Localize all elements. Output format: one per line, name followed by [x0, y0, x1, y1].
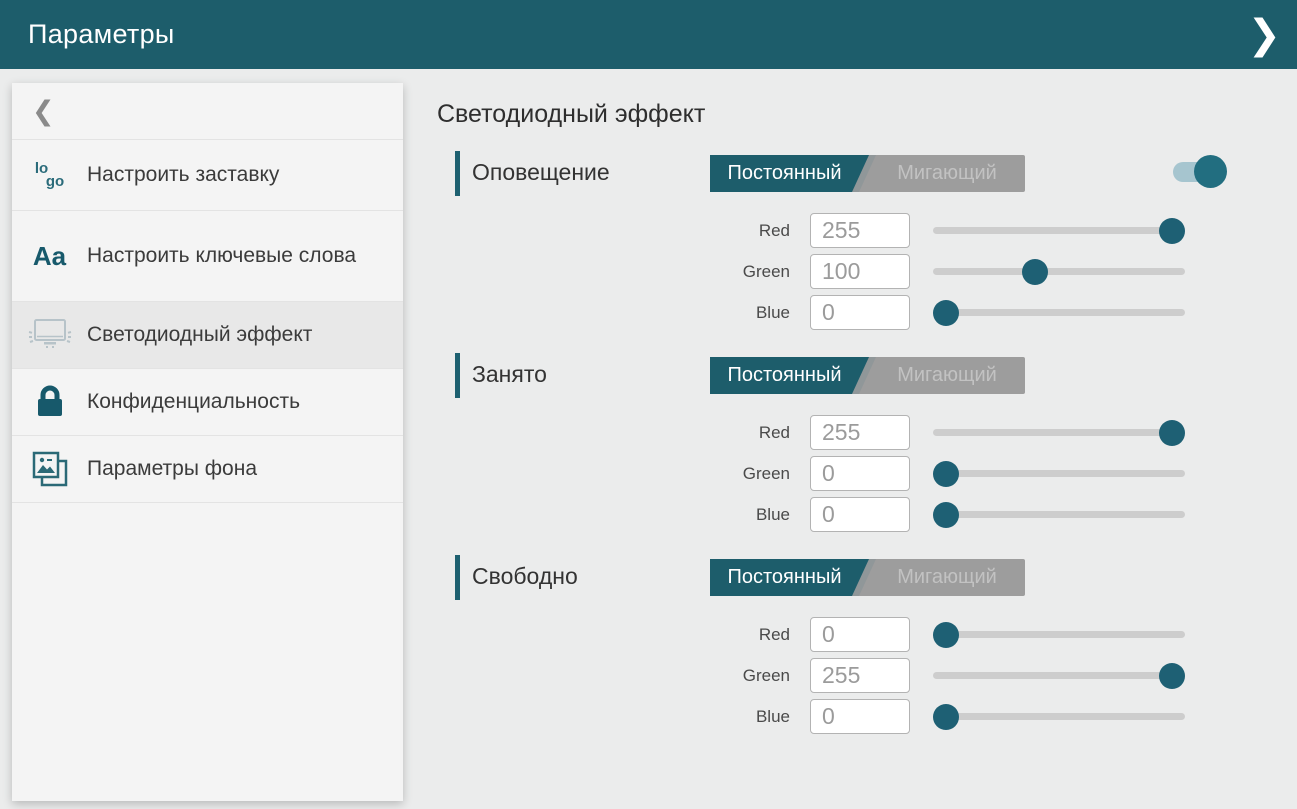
- mode-option-blinking[interactable]: Мигающий: [869, 357, 1025, 394]
- green-slider-thumb[interactable]: [1022, 259, 1048, 285]
- blue-slider[interactable]: [933, 713, 1185, 720]
- mode-option-blinking[interactable]: Мигающий: [869, 559, 1025, 596]
- red-slider-thumb[interactable]: [933, 622, 959, 648]
- rgb-row-green: Green: [0, 254, 1297, 289]
- channel-label-green: Green: [600, 456, 790, 491]
- rgb-row-blue: Blue: [0, 295, 1297, 330]
- red-value-input[interactable]: [810, 415, 910, 450]
- green-slider[interactable]: [933, 672, 1185, 679]
- blue-value-input[interactable]: [810, 699, 910, 734]
- section-name: Занято: [472, 361, 547, 388]
- section-accent-bar: [455, 151, 460, 196]
- rgb-row-red: Red: [0, 213, 1297, 248]
- rgb-rows: Red Green Blue: [0, 213, 1297, 336]
- led-section-free: Свободно Мигающий Постоянный Red Green B…: [0, 554, 1297, 749]
- rgb-row-blue: Blue: [0, 497, 1297, 532]
- red-slider-thumb[interactable]: [1159, 420, 1185, 446]
- green-value-input[interactable]: [810, 658, 910, 693]
- rgb-row-red: Red: [0, 415, 1297, 450]
- blue-slider-thumb[interactable]: [933, 300, 959, 326]
- channel-label-blue: Blue: [600, 497, 790, 532]
- blue-slider-thumb[interactable]: [933, 502, 959, 528]
- green-value-input[interactable]: [810, 456, 910, 491]
- red-slider[interactable]: [933, 429, 1185, 436]
- channel-label-green: Green: [600, 658, 790, 693]
- green-slider[interactable]: [933, 268, 1185, 275]
- section-name: Свободно: [472, 563, 578, 590]
- led-section-busy: Занято Мигающий Постоянный Red Green Blu…: [0, 352, 1297, 547]
- mode-option-blinking[interactable]: Мигающий: [869, 155, 1025, 192]
- section-name: Оповещение: [472, 159, 610, 186]
- red-value-input[interactable]: [810, 617, 910, 652]
- mode-option-constant[interactable]: Постоянный: [710, 357, 869, 394]
- green-slider-thumb[interactable]: [1159, 663, 1185, 689]
- red-slider[interactable]: [933, 227, 1185, 234]
- rgb-rows: Red Green Blue: [0, 415, 1297, 538]
- red-slider[interactable]: [933, 631, 1185, 638]
- forward-chevron-icon[interactable]: ❯: [1247, 15, 1281, 55]
- mode-segmented-control: Мигающий Постоянный: [710, 559, 1025, 596]
- mode-segmented-control: Мигающий Постоянный: [710, 155, 1025, 192]
- rgb-row-red: Red: [0, 617, 1297, 652]
- sidebar-back-button[interactable]: ❮: [12, 83, 403, 140]
- main-section-title: Светодиодный эффект: [437, 100, 705, 129]
- red-value-input[interactable]: [810, 213, 910, 248]
- blue-slider[interactable]: [933, 309, 1185, 316]
- red-slider-thumb[interactable]: [1159, 218, 1185, 244]
- mode-option-constant[interactable]: Постоянный: [710, 155, 869, 192]
- blue-slider-thumb[interactable]: [933, 704, 959, 730]
- channel-label-red: Red: [600, 617, 790, 652]
- channel-label-red: Red: [600, 415, 790, 450]
- mode-segmented-control: Мигающий Постоянный: [710, 357, 1025, 394]
- rgb-row-blue: Blue: [0, 699, 1297, 734]
- back-chevron-icon: ❮: [32, 96, 55, 127]
- green-slider-thumb[interactable]: [933, 461, 959, 487]
- app-header: Параметры ❯: [0, 0, 1297, 69]
- rgb-row-green: Green: [0, 658, 1297, 693]
- notification-led-toggle[interactable]: [1173, 155, 1227, 188]
- rgb-rows: Red Green Blue: [0, 617, 1297, 740]
- section-accent-bar: [455, 555, 460, 600]
- green-slider[interactable]: [933, 470, 1185, 477]
- blue-value-input[interactable]: [810, 295, 910, 330]
- blue-value-input[interactable]: [810, 497, 910, 532]
- toggle-knob[interactable]: [1194, 155, 1227, 188]
- green-value-input[interactable]: [810, 254, 910, 289]
- page-title: Параметры: [28, 19, 175, 50]
- channel-label-green: Green: [600, 254, 790, 289]
- channel-label-red: Red: [600, 213, 790, 248]
- led-section-notification: Оповещение Мигающий Постоянный Red Green…: [0, 150, 1297, 345]
- blue-slider[interactable]: [933, 511, 1185, 518]
- channel-label-blue: Blue: [600, 295, 790, 330]
- section-accent-bar: [455, 353, 460, 398]
- channel-label-blue: Blue: [600, 699, 790, 734]
- mode-option-constant[interactable]: Постоянный: [710, 559, 869, 596]
- rgb-row-green: Green: [0, 456, 1297, 491]
